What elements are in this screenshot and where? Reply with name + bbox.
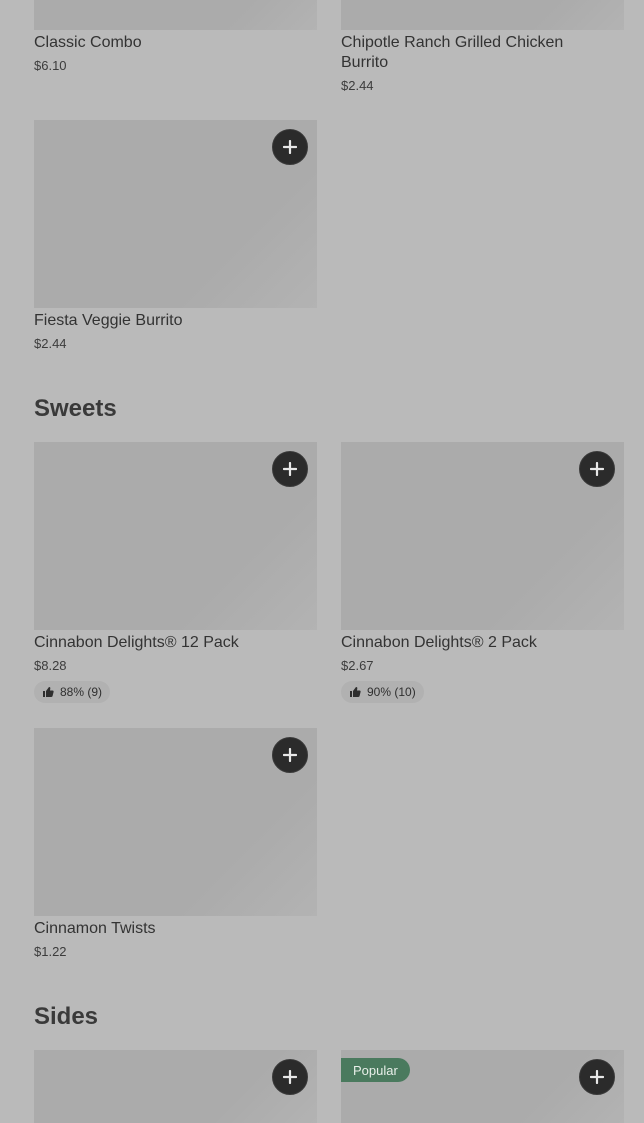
section-title-sweets: Sweets <box>34 395 117 422</box>
thumbs-up-icon <box>350 687 361 697</box>
add-button-fiesta-veggie[interactable] <box>272 129 308 165</box>
rating-text: 88% (9) <box>60 685 103 699</box>
add-button-sides-2[interactable] <box>579 1059 615 1095</box>
item-name-classic-combo[interactable]: Classic Combo <box>34 33 317 53</box>
add-button-cinnamon-twists[interactable] <box>272 737 308 773</box>
item-name-cinnabon-12[interactable]: Cinnabon Delights® 12 Pack <box>34 633 317 653</box>
section-title-sides: Sides <box>34 1003 99 1030</box>
add-button-cinnabon-2[interactable] <box>579 451 615 487</box>
rating-badge-cinnabon-2: 90% (10) <box>341 681 424 703</box>
item-name-cinnabon-2[interactable]: Cinnabon Delights® 2 Pack <box>341 633 624 653</box>
item-price-cinnamon-twists: $1.22 <box>34 944 67 959</box>
thumbs-up-icon <box>43 687 54 697</box>
item-price-classic-combo: $6.10 <box>34 58 67 73</box>
item-image-chipotle-burrito[interactable] <box>341 0 624 30</box>
plus-icon <box>590 1070 604 1084</box>
item-price-cinnabon-12: $8.28 <box>34 658 67 673</box>
plus-icon <box>283 1070 297 1084</box>
plus-icon <box>283 140 297 154</box>
rating-text: 90% (10) <box>367 685 416 699</box>
add-button-sides-1[interactable] <box>272 1059 308 1095</box>
add-button-cinnabon-12[interactable] <box>272 451 308 487</box>
item-price-cinnabon-2: $2.67 <box>341 658 374 673</box>
item-name-cinnamon-twists[interactable]: Cinnamon Twists <box>34 919 317 939</box>
plus-icon <box>283 462 297 476</box>
item-price-chipotle-burrito: $2.44 <box>341 78 374 93</box>
plus-icon <box>590 462 604 476</box>
item-name-fiesta-veggie[interactable]: Fiesta Veggie Burrito <box>34 311 317 331</box>
plus-icon <box>283 748 297 762</box>
item-price-fiesta-veggie: $2.44 <box>34 336 67 351</box>
popular-badge: Popular <box>341 1058 410 1082</box>
item-name-chipotle-burrito[interactable]: Chipotle Ranch Grilled Chicken Burrito <box>341 33 611 73</box>
rating-badge-cinnabon-12: 88% (9) <box>34 681 111 703</box>
item-image-classic-combo[interactable] <box>34 0 317 30</box>
